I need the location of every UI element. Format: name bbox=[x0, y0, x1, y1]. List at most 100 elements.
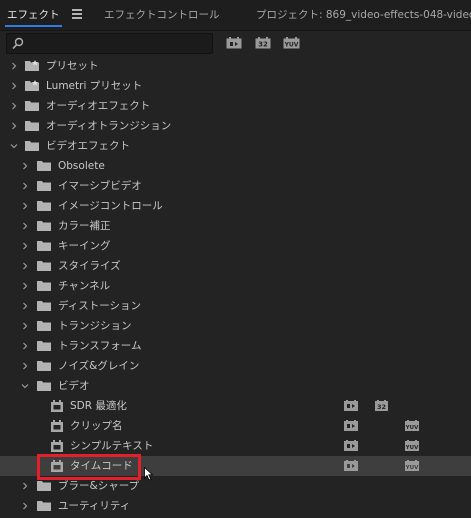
folder-icon bbox=[37, 241, 51, 251]
chevron-right-icon[interactable] bbox=[21, 202, 29, 210]
chevron-right-icon[interactable] bbox=[21, 242, 29, 250]
folder-icon bbox=[37, 161, 51, 171]
chevron-right-icon[interactable] bbox=[21, 182, 29, 190]
effect-label: シンプルテキスト bbox=[70, 440, 154, 452]
chevron-right-icon[interactable] bbox=[21, 162, 29, 170]
search-icon bbox=[12, 37, 24, 50]
tree-item-label: トランジション bbox=[58, 320, 132, 332]
folder-icon bbox=[37, 261, 51, 271]
tree-item-label: Obsolete bbox=[58, 160, 105, 172]
yuv-filter-icon[interactable]: YUV bbox=[283, 37, 300, 49]
effect-item-sdr-conform[interactable]: SDR 最適化 32 bbox=[0, 396, 471, 416]
folder-icon bbox=[37, 381, 51, 391]
tree-item-channel[interactable]: チャンネル bbox=[0, 276, 471, 296]
tree-item-label: スタイライズ bbox=[58, 260, 121, 272]
effect-item-clip-name[interactable]: クリップ名 YUV bbox=[0, 416, 471, 436]
yuv-badge-icon: YUV bbox=[405, 460, 419, 471]
tree-item-label: オーディオトランジション bbox=[46, 120, 172, 132]
effect-item-simple-text[interactable]: シンプルテキスト YUV bbox=[0, 436, 471, 456]
folder-icon bbox=[37, 341, 51, 351]
tree-item-transition[interactable]: トランジション bbox=[0, 316, 471, 336]
chevron-right-icon[interactable] bbox=[21, 282, 29, 290]
tree-item-video[interactable]: ビデオ bbox=[0, 376, 471, 396]
32bit-badge-icon: 32 bbox=[375, 400, 388, 411]
chevron-right-icon[interactable] bbox=[21, 322, 29, 330]
chevron-right-icon[interactable] bbox=[21, 262, 29, 270]
tree-item-label: ディストーション bbox=[58, 300, 142, 312]
tree-item-label: ノイズ&グレイン bbox=[58, 360, 140, 372]
panel-menu-icon[interactable] bbox=[72, 9, 82, 19]
tree-item-label: ビデオ bbox=[58, 380, 90, 392]
folder-icon bbox=[37, 301, 51, 311]
tree-item-presets[interactable]: プリセット bbox=[0, 56, 471, 76]
tree-item-image-control[interactable]: イメージコントロール bbox=[0, 196, 471, 216]
chevron-right-icon[interactable] bbox=[10, 102, 18, 110]
effect-label: クリップ名 bbox=[70, 420, 123, 432]
folder-icon bbox=[25, 101, 39, 111]
chevron-right-icon[interactable] bbox=[10, 62, 18, 70]
tree-item-label: カラー補正 bbox=[58, 220, 111, 232]
tree-item-keying[interactable]: キーイング bbox=[0, 236, 471, 256]
tree-item-label: プリセット bbox=[46, 60, 99, 72]
tab-project[interactable]: プロジェクト: 869_video-effects-048-video bbox=[256, 0, 471, 30]
effects-tree: プリセット Lumetri プリセット オーディオエフェクト オーディオトランジ… bbox=[0, 56, 471, 518]
tab-effect-controls[interactable]: エフェクトコントロール bbox=[104, 0, 220, 30]
chevron-right-icon[interactable] bbox=[21, 222, 29, 230]
search-input[interactable] bbox=[6, 33, 213, 54]
chevron-right-icon[interactable] bbox=[21, 362, 29, 370]
folder-icon bbox=[37, 501, 51, 511]
yuv-badge-icon: YUV bbox=[405, 440, 419, 451]
folder-icon bbox=[37, 321, 51, 331]
effect-icon bbox=[51, 440, 63, 452]
effect-icon bbox=[51, 400, 63, 412]
tree-item-transform[interactable]: トランスフォーム bbox=[0, 336, 471, 356]
tree-item-color-correction[interactable]: カラー補正 bbox=[0, 216, 471, 236]
panel-tab-bar: エフェクト エフェクトコントロール プロジェクト: 869_video-effe… bbox=[0, 0, 471, 31]
effects-toolbar: 32 YUV bbox=[0, 31, 471, 55]
chevron-right-icon[interactable] bbox=[10, 82, 18, 90]
tab-effects[interactable]: エフェクト bbox=[5, 0, 61, 30]
tree-item-noise-grain[interactable]: ノイズ&グレイン bbox=[0, 356, 471, 376]
preset-folder-icon bbox=[25, 80, 39, 91]
tree-item-distort[interactable]: ディストーション bbox=[0, 296, 471, 316]
accelerated-badge-icon bbox=[344, 400, 358, 411]
tree-item-obsolete[interactable]: Obsolete bbox=[0, 156, 471, 176]
folder-icon bbox=[37, 181, 51, 191]
tree-item-lumetri-presets[interactable]: Lumetri プリセット bbox=[0, 76, 471, 96]
folder-icon bbox=[37, 221, 51, 231]
yuv-label: YUV bbox=[284, 42, 299, 49]
32bit-filter-icon[interactable]: 32 bbox=[255, 37, 271, 49]
tree-item-audio-effects[interactable]: オーディオエフェクト bbox=[0, 96, 471, 116]
tree-item-label: Lumetri プリセット bbox=[46, 80, 143, 92]
chevron-right-icon[interactable] bbox=[21, 302, 29, 310]
effect-icon bbox=[51, 420, 63, 432]
chevron-down-icon[interactable] bbox=[10, 142, 18, 150]
folder-icon bbox=[25, 141, 39, 151]
tree-item-audio-transitions[interactable]: オーディオトランジション bbox=[0, 116, 471, 136]
accelerated-effects-filter-icon[interactable] bbox=[226, 37, 242, 49]
chevron-down-icon[interactable] bbox=[21, 382, 29, 390]
folder-icon bbox=[37, 201, 51, 211]
accelerated-badge-icon bbox=[344, 420, 358, 431]
yuv-badge-label: YUV bbox=[405, 445, 419, 451]
yuv-badge-label: YUV bbox=[405, 465, 419, 471]
tree-item-label: チャンネル bbox=[58, 280, 111, 292]
tree-item-label: キーイング bbox=[58, 240, 111, 252]
chevron-right-icon[interactable] bbox=[21, 342, 29, 350]
tree-item-label: イメージコントロール bbox=[58, 200, 163, 212]
tree-item-immersive-video[interactable]: イマーシブビデオ bbox=[0, 176, 471, 196]
yuv-badge-label: YUV bbox=[405, 425, 419, 431]
accelerated-badge-icon bbox=[344, 440, 358, 451]
tree-item-label: ビデオエフェクト bbox=[46, 140, 130, 152]
mouse-cursor-icon bbox=[144, 467, 154, 481]
effects-panel: エフェクト エフェクトコントロール プロジェクト: 869_video-effe… bbox=[0, 0, 471, 518]
tree-item-stylize[interactable]: スタイライズ bbox=[0, 256, 471, 276]
chevron-right-icon[interactable] bbox=[21, 502, 29, 510]
32bit-label: 32 bbox=[258, 41, 268, 49]
chevron-right-icon[interactable] bbox=[10, 122, 18, 130]
tree-item-utility[interactable]: ユーティリティ bbox=[0, 496, 471, 516]
chevron-right-icon[interactable] bbox=[21, 482, 29, 490]
tree-item-video-effects[interactable]: ビデオエフェクト bbox=[0, 136, 471, 156]
yuv-badge-icon: YUV bbox=[405, 420, 419, 431]
preset-folder-icon bbox=[25, 60, 39, 71]
